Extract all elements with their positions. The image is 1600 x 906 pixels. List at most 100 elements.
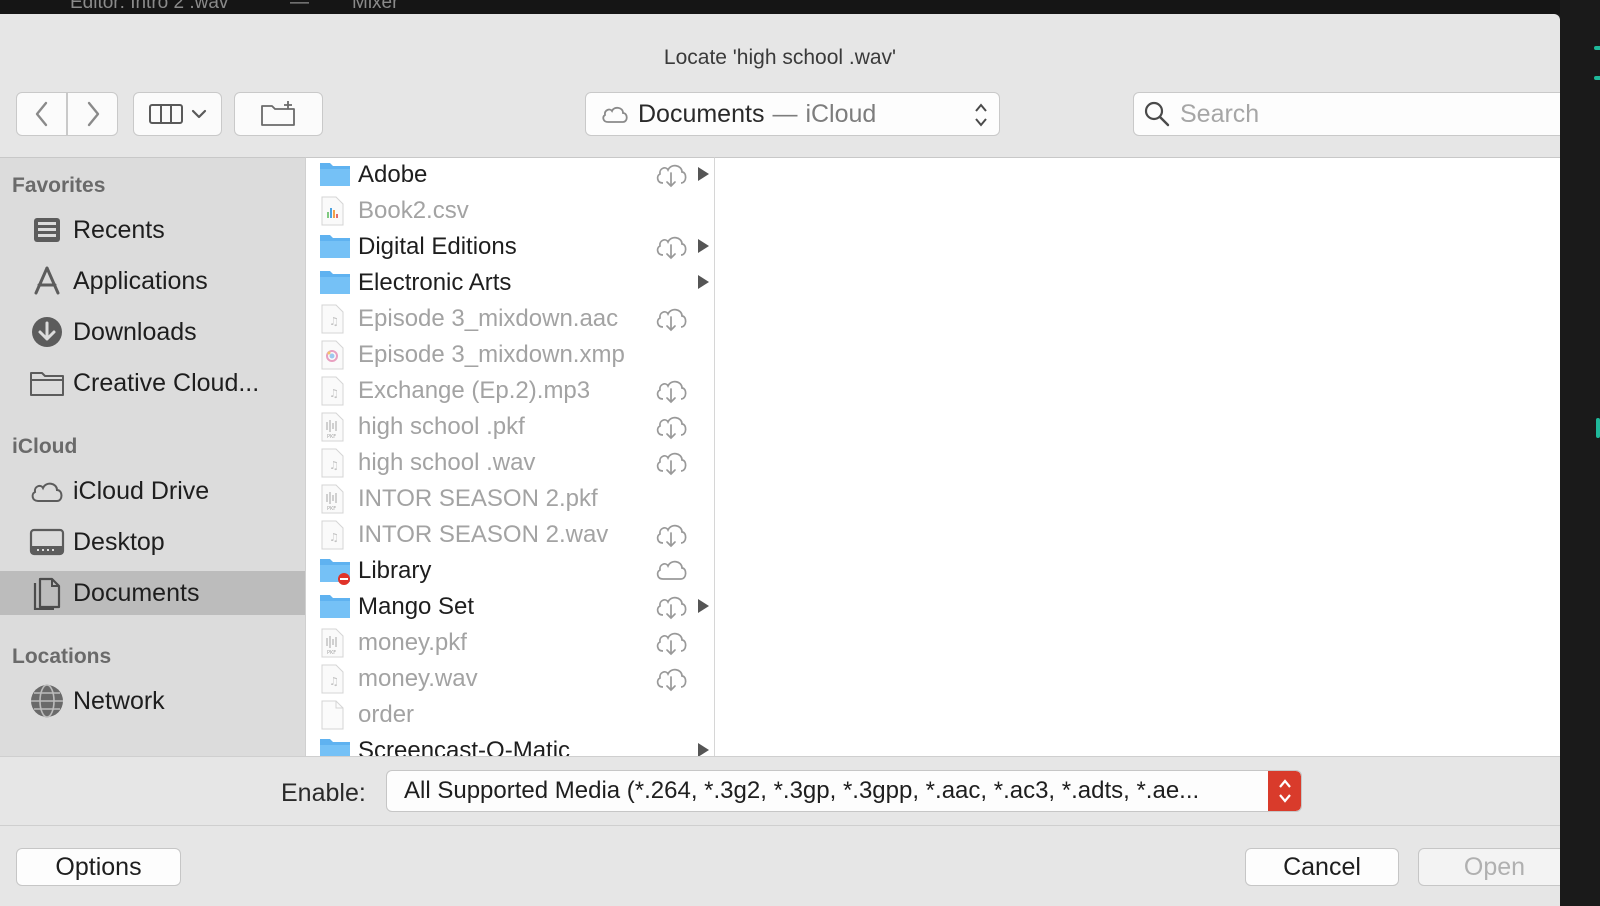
file-row[interactable]: Adobe xyxy=(306,158,714,193)
cloud-download-icon[interactable] xyxy=(654,306,688,337)
cloud-download-icon[interactable] xyxy=(654,450,688,481)
folder-icon xyxy=(29,365,65,401)
file-row[interactable]: Mango Set xyxy=(306,589,714,625)
sidebar-item-downloads[interactable]: Downloads xyxy=(0,310,305,354)
background-app-waveform-area xyxy=(1560,0,1600,906)
folder-icon xyxy=(319,160,351,190)
file-row: ♫ INTOR SEASON 2.wav xyxy=(306,517,714,553)
sidebar-item-icloud-drive[interactable]: iCloud Drive xyxy=(0,469,305,513)
sidebar-item-label: Recents xyxy=(73,215,165,244)
file-name: Episode 3_mixdown.xmp xyxy=(358,341,625,368)
svg-text:♫: ♫ xyxy=(329,531,339,544)
dialog-footer: Enable: All Supported Media (*.264, *.3g… xyxy=(0,756,1560,906)
search-field[interactable] xyxy=(1133,92,1560,136)
column-view-icon xyxy=(148,104,183,124)
disclosure-arrow-icon xyxy=(698,275,709,289)
sidebar-item-label: Creative Cloud... xyxy=(73,368,260,397)
file-row[interactable]: Screencast-O-Matic xyxy=(306,733,714,756)
svg-text:PKF: PKF xyxy=(327,506,336,512)
sidebar-section-icloud: iCloud xyxy=(12,435,78,458)
updown-arrows-icon xyxy=(1268,771,1301,811)
file-row[interactable]: Digital Editions xyxy=(306,229,714,265)
desktop-icon xyxy=(29,524,65,560)
file-name: high school .wav xyxy=(358,449,536,476)
sidebar-item-applications[interactable]: Applications xyxy=(0,259,305,303)
options-button[interactable]: Options xyxy=(16,848,181,886)
enable-filter-select[interactable]: All Supported Media (*.264, *.3g2, *.3gp… xyxy=(386,770,1302,812)
sidebar-item-documents[interactable]: Documents xyxy=(0,571,305,615)
folder-icon xyxy=(319,268,351,298)
svg-text:♫: ♫ xyxy=(329,387,339,400)
open-file-dialog: Locate 'high school .wav' Documents — iC… xyxy=(0,14,1560,906)
cloud-icon xyxy=(29,473,65,509)
file-name: high school .pkf xyxy=(358,413,525,440)
cancel-button[interactable]: Cancel xyxy=(1245,848,1399,886)
new-folder-button[interactable] xyxy=(234,92,323,136)
background-tab-minimize: — xyxy=(290,0,309,13)
location-name: Documents xyxy=(638,99,765,128)
file-name: INTOR SEASON 2.wav xyxy=(358,521,609,548)
downloads-icon xyxy=(29,314,65,350)
location-separator: — xyxy=(772,99,798,128)
sidebar-item-label: Network xyxy=(73,686,165,715)
document-icon xyxy=(319,700,351,730)
background-app-tabbar: Editor: Intro 2 .wav — Mixer xyxy=(0,0,1600,14)
file-row: PKF high school .pkf xyxy=(306,409,714,445)
sidebar-item-recents[interactable]: Recents xyxy=(0,208,305,252)
sidebar-item-creative-cloud[interactable]: Creative Cloud... xyxy=(0,361,305,405)
audio-file-icon: ♫ xyxy=(319,520,351,550)
file-name: Book2.csv xyxy=(358,197,469,224)
search-input[interactable] xyxy=(1180,99,1560,129)
file-row[interactable]: Library xyxy=(306,553,714,589)
csv-file-icon xyxy=(319,196,351,226)
file-row: ♫ Exchange (Ep.2).mp3 xyxy=(306,373,714,409)
folder-icon xyxy=(319,592,351,622)
cloud-download-icon[interactable] xyxy=(654,594,688,625)
sidebar-item-label: Applications xyxy=(73,266,208,295)
file-row: PKF money.pkf xyxy=(306,625,714,661)
location-service: iCloud xyxy=(805,99,877,128)
cloud-download-icon[interactable] xyxy=(654,414,688,445)
folder-icon xyxy=(319,232,351,262)
file-row[interactable]: Electronic Arts xyxy=(306,265,714,301)
svg-text:PKF: PKF xyxy=(327,434,336,440)
sidebar-item-network[interactable]: Network xyxy=(0,679,305,723)
file-name: Library xyxy=(358,557,432,584)
cloud-download-icon[interactable] xyxy=(654,666,688,697)
file-name: money.pkf xyxy=(358,629,467,656)
network-icon xyxy=(29,683,65,719)
documents-icon xyxy=(29,575,65,611)
cloud-icon xyxy=(602,106,628,123)
cloud-download-icon[interactable] xyxy=(654,522,688,553)
background-tab-mixer: Mixer xyxy=(352,0,399,13)
cloud-icon[interactable] xyxy=(654,558,688,589)
folder-icon xyxy=(319,736,351,756)
enable-filter-value: All Supported Media (*.264, *.3g2, *.3gp… xyxy=(404,777,1200,804)
file-name: Exchange (Ep.2).mp3 xyxy=(358,377,591,404)
forward-button[interactable] xyxy=(67,92,118,136)
cloud-download-icon[interactable] xyxy=(654,162,688,193)
new-folder-icon xyxy=(260,101,295,126)
audio-file-icon: ♫ xyxy=(319,448,351,478)
audio-file-icon: ♫ xyxy=(319,376,351,406)
file-row: Book2.csv xyxy=(306,193,714,229)
file-row: order xyxy=(306,697,714,733)
cloud-download-icon[interactable] xyxy=(654,234,688,265)
enable-label: Enable: xyxy=(281,779,366,807)
file-name: Adobe xyxy=(358,161,428,188)
chevron-right-icon xyxy=(87,101,99,127)
disclosure-arrow-icon xyxy=(698,599,709,613)
sidebar: Favorites Recents Applications Downloads… xyxy=(0,157,305,756)
back-button[interactable] xyxy=(16,92,67,136)
location-popup[interactable]: Documents — iCloud xyxy=(585,92,1000,136)
sidebar-item-desktop[interactable]: Desktop xyxy=(0,520,305,564)
sidebar-section-favorites: Favorites xyxy=(12,174,106,197)
sidebar-item-label: iCloud Drive xyxy=(73,476,210,505)
open-button[interactable]: Open xyxy=(1418,848,1560,886)
file-row: ♫ high school .wav xyxy=(306,445,714,481)
file-name: Mango Set xyxy=(358,593,475,620)
cloud-download-icon[interactable] xyxy=(654,378,688,409)
cloud-download-icon[interactable] xyxy=(654,630,688,661)
file-row: PKF INTOR SEASON 2.pkf xyxy=(306,481,714,517)
view-mode-button[interactable] xyxy=(133,92,222,136)
